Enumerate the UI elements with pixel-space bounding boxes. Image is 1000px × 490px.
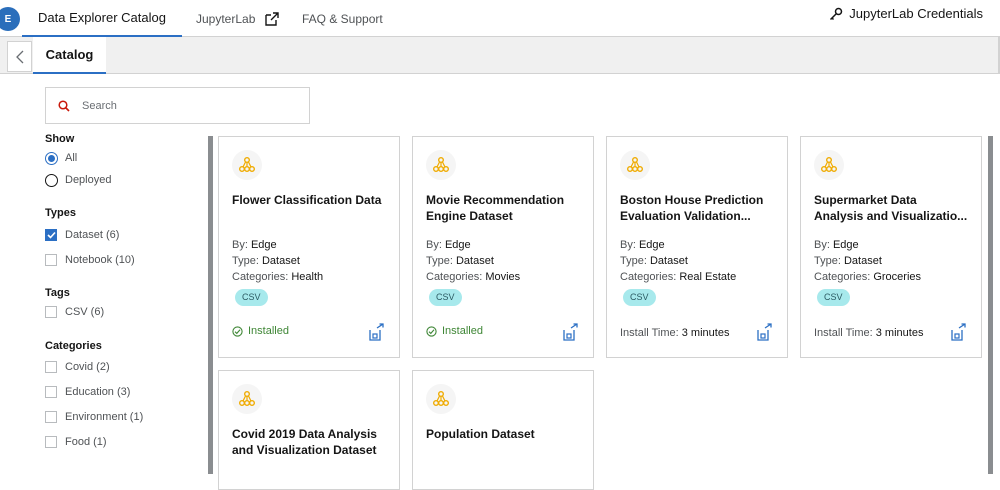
external-link-icon: [265, 11, 280, 26]
dataset-icon: [620, 150, 650, 180]
option-label: Covid (2): [65, 361, 110, 373]
option-label: All: [65, 152, 78, 164]
option-label: Food (1): [65, 436, 107, 448]
radio-selected[interactable]: [45, 151, 58, 165]
card-title[interactable]: Population Dataset: [426, 426, 586, 442]
filter-panel: Show All Deployed Types Dataset (6) Note…: [45, 133, 205, 453]
filter-option-education[interactable]: Education (3): [45, 381, 205, 403]
option-label: CSV (6): [65, 306, 105, 318]
card-meta: By: Edge Type: Dataset Categories: Healt…: [232, 239, 324, 283]
key-icon: [830, 7, 843, 20]
option-label: Education (3): [65, 386, 131, 398]
deploy-icon[interactable]: [563, 323, 579, 341]
catalog-card[interactable]: Flower Classification Data By: Edge Type…: [218, 136, 400, 358]
card-meta: By: Edge Type: Dataset Categories: Real …: [620, 239, 737, 283]
tab-data-explorer-catalog[interactable]: Data Explorer Catalog: [22, 0, 182, 37]
tab-jupyterlab[interactable]: JupyterLab: [196, 0, 280, 37]
deploy-icon[interactable]: [757, 323, 773, 341]
checkbox[interactable]: [45, 254, 57, 266]
filter-scrollbar[interactable]: [208, 136, 213, 474]
install-time: Install Time: 3 minutes: [620, 327, 730, 339]
card-meta: By: Edge Type: Dataset Categories: Groce…: [814, 239, 922, 283]
card-title[interactable]: Covid 2019 Data Analysis and Visualizati…: [232, 426, 392, 458]
deploy-icon[interactable]: [951, 323, 967, 341]
radio[interactable]: [45, 173, 58, 187]
tag-chip: CSV: [235, 289, 268, 306]
catalog-card[interactable]: Boston House Prediction Evaluation Valid…: [606, 136, 788, 358]
filter-option-covid[interactable]: Covid (2): [45, 356, 205, 378]
tab-label: Data Explorer Catalog: [38, 10, 166, 25]
tab-label: JupyterLab: [196, 11, 256, 26]
checkbox[interactable]: [45, 386, 57, 398]
sub-nav: Catalog: [0, 37, 1000, 74]
card-title[interactable]: Boston House Prediction Evaluation Valid…: [620, 192, 780, 224]
filter-option-all[interactable]: All: [45, 147, 205, 169]
catalog-scrollbar[interactable]: [988, 136, 993, 474]
card-title[interactable]: Supermarket Data Analysis and Visualizat…: [814, 192, 974, 224]
installed-status: Installed: [426, 325, 483, 337]
tab-label: FAQ & Support: [302, 11, 383, 26]
tag-chip: CSV: [429, 289, 462, 306]
deploy-icon[interactable]: [369, 323, 385, 341]
option-label: Environment (1): [65, 411, 144, 423]
checkbox[interactable]: [45, 306, 57, 318]
top-nav: E Data Explorer Catalog JupyterLab FAQ &…: [0, 0, 1000, 37]
option-label: Notebook (10): [65, 254, 135, 266]
card-title[interactable]: Flower Classification Data: [232, 192, 392, 208]
filter-option-environment[interactable]: Environment (1): [45, 406, 205, 428]
tab-faq-support[interactable]: FAQ & Support: [302, 0, 383, 37]
tag-chip: CSV: [817, 289, 850, 306]
catalog-card[interactable]: Covid 2019 Data Analysis and Visualizati…: [218, 370, 400, 490]
card-meta: By: Edge Type: Dataset Categories: Movie…: [426, 239, 521, 283]
filter-title-tags: Tags: [45, 287, 70, 299]
dataset-icon: [814, 150, 844, 180]
filter-option-food[interactable]: Food (1): [45, 431, 205, 453]
credentials-label: JupyterLab Credentials: [849, 6, 983, 21]
jupyterlab-credentials-link[interactable]: JupyterLab Credentials: [829, 6, 983, 21]
dataset-icon: [426, 384, 456, 414]
tab-label: Catalog: [45, 47, 94, 62]
search-box: [45, 87, 310, 124]
chevron-left-icon: [15, 50, 23, 63]
filter-option-deployed[interactable]: Deployed: [45, 169, 205, 191]
filter-option-dataset[interactable]: Dataset (6): [45, 224, 205, 246]
filter-title-categories: Categories: [45, 340, 102, 352]
dataset-icon: [232, 384, 262, 414]
check-circle-icon: [232, 325, 243, 337]
option-label: Dataset (6): [65, 229, 120, 241]
checkbox[interactable]: [45, 361, 57, 373]
dataset-icon: [426, 150, 456, 180]
search-input[interactable]: [82, 99, 282, 112]
app-logo: E: [0, 7, 20, 31]
checkmark-icon: [46, 231, 56, 239]
dataset-icon: [232, 150, 262, 180]
filter-title-show: Show: [45, 133, 75, 145]
catalog-card[interactable]: Movie Recommendation Engine Dataset By: …: [412, 136, 594, 358]
filter-title-types: Types: [45, 207, 76, 219]
install-time: Install Time: 3 minutes: [814, 327, 924, 339]
check-circle-icon: [426, 325, 437, 337]
installed-status: Installed: [232, 325, 289, 337]
checkbox[interactable]: [45, 436, 57, 448]
catalog-card[interactable]: Population Dataset: [412, 370, 594, 490]
tag-chip: CSV: [623, 289, 656, 306]
search-icon: [58, 99, 70, 112]
tab-catalog[interactable]: Catalog: [33, 37, 106, 74]
back-button[interactable]: [7, 41, 32, 72]
catalog-card[interactable]: Supermarket Data Analysis and Visualizat…: [800, 136, 982, 358]
filter-option-csv[interactable]: CSV (6): [45, 301, 205, 323]
option-label: Deployed: [65, 174, 112, 186]
checkbox-checked[interactable]: [45, 229, 57, 241]
card-title[interactable]: Movie Recommendation Engine Dataset: [426, 192, 586, 224]
filter-option-notebook[interactable]: Notebook (10): [45, 249, 205, 271]
checkbox[interactable]: [45, 411, 57, 423]
